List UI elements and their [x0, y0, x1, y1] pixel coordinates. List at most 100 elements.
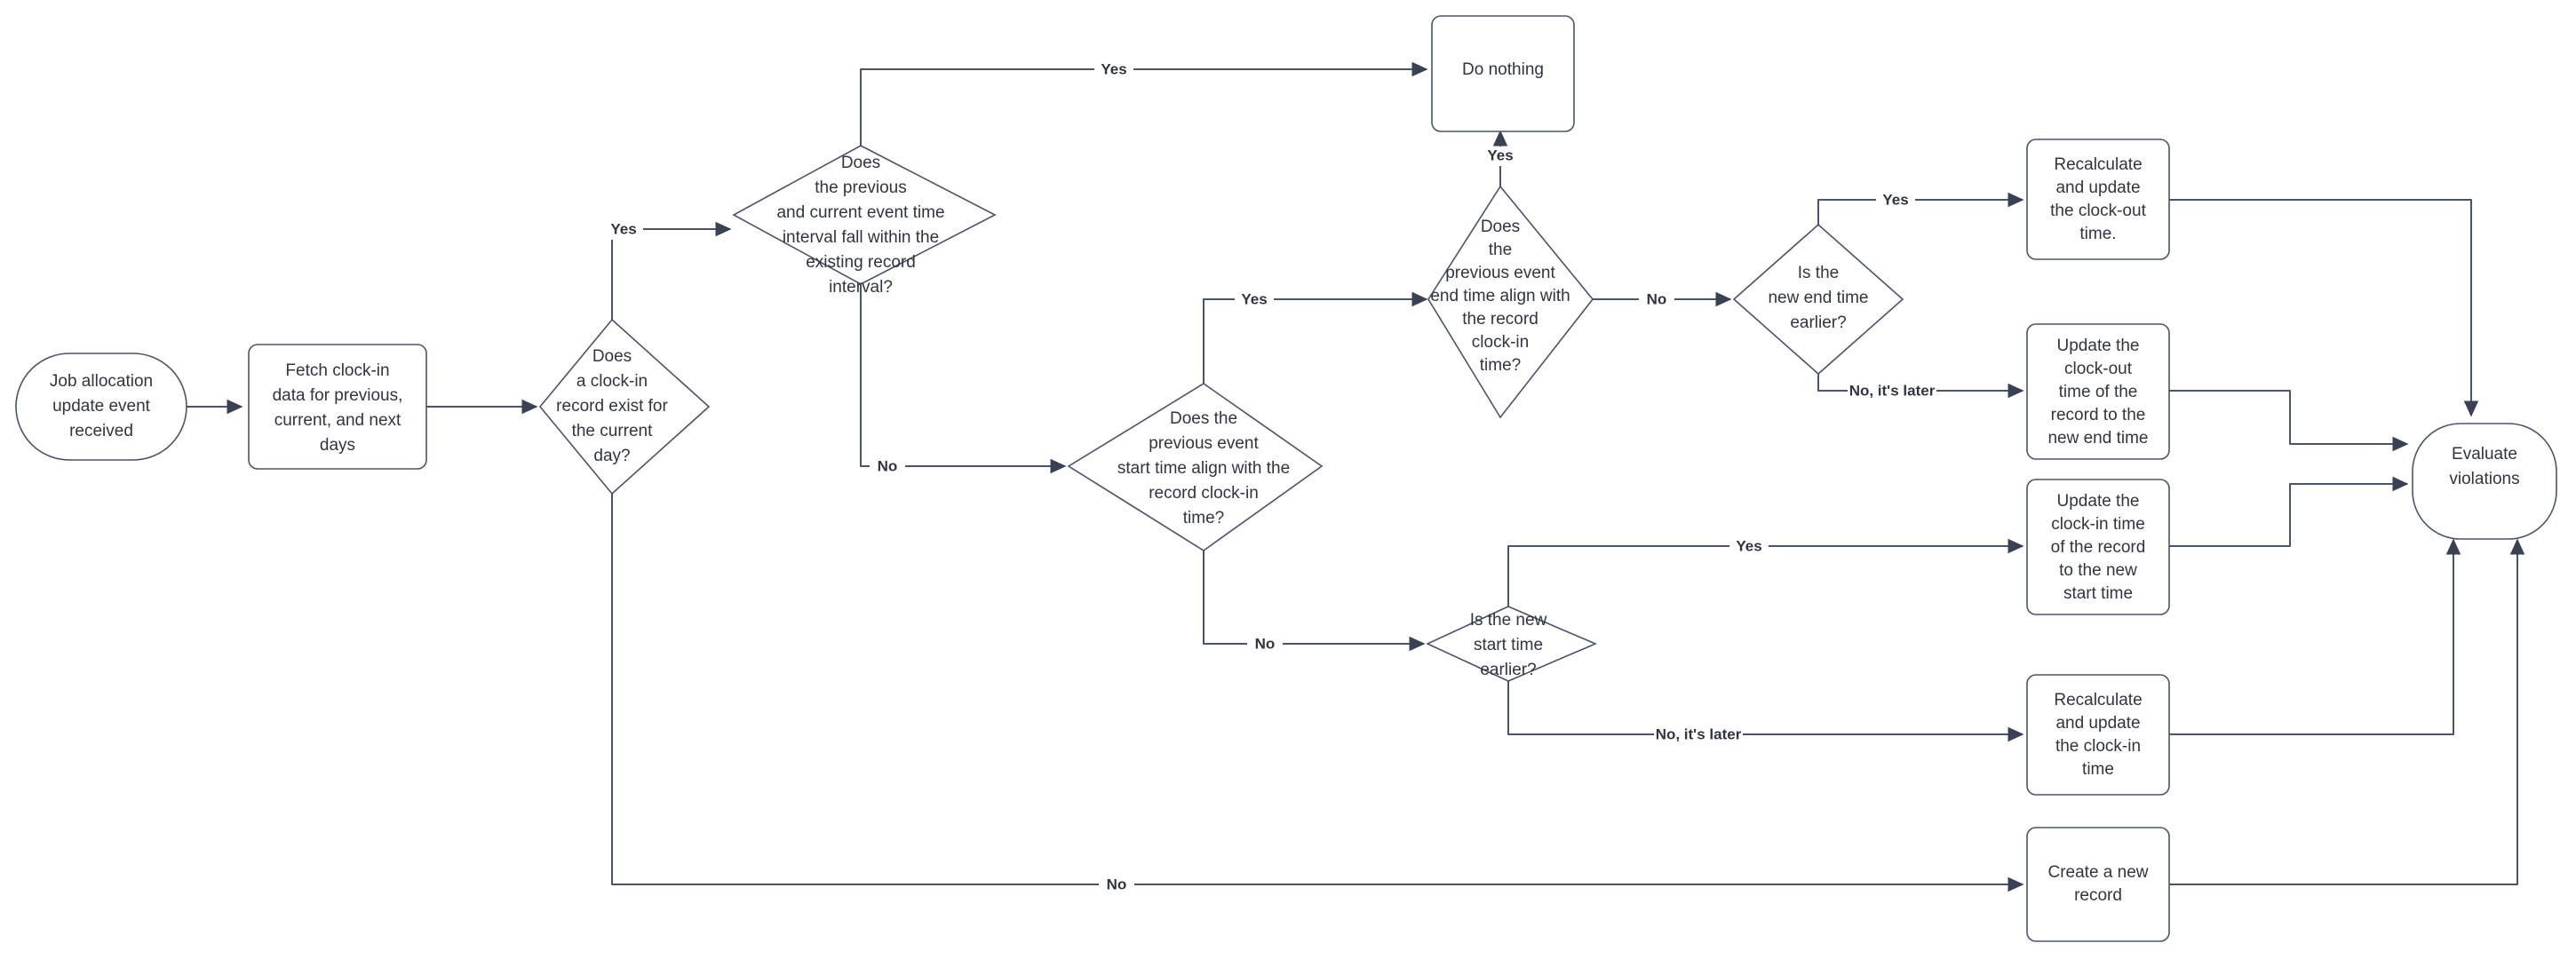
- edge-label-new-end-yes: Yes: [1882, 191, 1908, 208]
- node-prev-start-line-2: previous event: [1149, 434, 1259, 453]
- node-decision-prev-start-align[interactable]: Does the previous event start time align…: [1067, 383, 1324, 551]
- node-decision-record-exists[interactable]: Does a clock-in record exist for the cur…: [538, 318, 711, 495]
- node-recalc-clockout-line-2: and update: [2055, 178, 2140, 197]
- node-start[interactable]: Job allocation update event received: [15, 353, 187, 461]
- node-create-record-line-2: record: [2074, 886, 2122, 905]
- edge-create-record-to-evaluate: [2166, 538, 2525, 885]
- node-new-start-line-3: earlier?: [1480, 661, 1536, 679]
- edge-label-new-start-yes: Yes: [1736, 537, 1761, 554]
- edge-label-interval-yes: Yes: [1101, 60, 1126, 77]
- node-update-clockout-line-4: record to the: [2051, 406, 2146, 424]
- node-recalc-clockin-line-4: time: [2082, 760, 2114, 779]
- node-start-line-3: received: [69, 422, 133, 440]
- node-interval-line-5: existing record: [806, 253, 916, 272]
- node-evaluate-violations[interactable]: Evaluate violations: [2412, 423, 2557, 540]
- edge-update-clockout-to-evaluate: [2166, 390, 2409, 452]
- node-interval-line-3: and current event time: [776, 203, 944, 222]
- node-recalc-clockin-line-2: and update: [2055, 714, 2140, 733]
- edge-new-start-no: [1507, 681, 2024, 742]
- node-prev-end-line-5: the record: [1462, 310, 1538, 329]
- node-record-exists-line-2: a clock-in: [576, 372, 648, 391]
- node-decision-prev-end-align[interactable]: Does the previous event end time align w…: [1427, 185, 1594, 419]
- edge-label-new-end-no: No, it's later: [1849, 382, 1936, 399]
- edge-prev-start-yes: [1203, 291, 1428, 384]
- node-update-clockout-line-3: time of the: [2059, 383, 2138, 401]
- node-fetch-clockin-data[interactable]: Fetch clock-in data for previous, curren…: [248, 344, 427, 470]
- node-update-clockin-line-2: clock-in time: [2051, 515, 2145, 534]
- node-new-start-line-2: start time: [1474, 636, 1543, 654]
- node-prev-start-line-4: record clock-in: [1149, 484, 1259, 503]
- node-prev-end-line-4: end time align with: [1430, 287, 1570, 305]
- flowchart-canvas: Yes No Yes No Yes No Yes No Yes No, it's…: [0, 0, 2576, 959]
- edge-new-end-yes: [1817, 192, 2024, 225]
- node-update-clockin-line-1: Update the: [2057, 492, 2140, 511]
- node-prev-start-line-5: time?: [1183, 509, 1224, 527]
- node-update-clockout-line-5: new end time: [2047, 429, 2148, 448]
- edge-label-record-exists-yes: Yes: [610, 220, 636, 237]
- node-recalc-clockout-line-3: the clock-out: [2050, 202, 2146, 220]
- node-create-record-line-1: Create a new: [2047, 863, 2148, 882]
- node-record-exists-line-1: Does: [592, 347, 632, 366]
- node-prev-start-line-3: start time align with the: [1117, 459, 1290, 478]
- node-record-exists-line-3: record exist for: [556, 397, 668, 416]
- node-interval-line-6: interval?: [829, 278, 893, 297]
- node-update-clockin-line-4: to the new: [2059, 561, 2137, 580]
- node-new-end-line-3: earlier?: [1790, 313, 1846, 332]
- node-interval-line-4: interval fall within the: [783, 228, 939, 247]
- edge-label-prev-end-no: No: [1647, 290, 1667, 307]
- node-start-line-1: Job allocation: [50, 372, 153, 391]
- node-prev-start-line-1: Does the: [1170, 409, 1237, 428]
- node-new-end-line-1: Is the: [1798, 264, 1839, 282]
- flowchart-svg: Yes No Yes No Yes No Yes No Yes No, it's…: [15, 15, 2557, 942]
- edge-label-prev-start-no: No: [1255, 635, 1276, 652]
- node-recalculate-clockout[interactable]: Recalculate and update the clock-out tim…: [2026, 139, 2170, 260]
- node-fetch-line-3: current, and next: [274, 411, 402, 430]
- edge-record-exists-yes: [611, 221, 732, 320]
- node-evaluate-line-1: Evaluate: [2452, 445, 2517, 464]
- edge-label-interval-no: No: [878, 457, 898, 474]
- node-prev-end-line-1: Does: [1481, 218, 1520, 236]
- edge-recalc-clockout-to-evaluate: [2166, 199, 2479, 417]
- node-update-clockin-line-5: start time: [2063, 584, 2133, 603]
- node-recalc-clockout-line-1: Recalculate: [2054, 155, 2142, 174]
- node-prev-end-line-2: the: [1489, 241, 1512, 259]
- node-do-nothing[interactable]: Do nothing: [1431, 15, 1575, 132]
- node-recalc-clockin-line-1: Recalculate: [2054, 691, 2142, 709]
- node-recalculate-clockin[interactable]: Recalculate and update the clock-in time: [2026, 674, 2170, 796]
- node-update-clockout-line-1: Update the: [2057, 337, 2140, 355]
- node-decision-interval-within[interactable]: Does the previous and current event time…: [732, 145, 997, 297]
- node-recalc-clockout-line-4: time.: [2079, 225, 2116, 243]
- node-update-clockin[interactable]: Update the clock-in time of the record t…: [2026, 479, 2170, 615]
- edge-label-prev-start-yes: Yes: [1241, 290, 1267, 307]
- node-prev-end-line-7: time?: [1480, 356, 1521, 375]
- node-update-clockout-line-2: clock-out: [2064, 360, 2133, 378]
- node-evaluate-line-2: violations: [2449, 470, 2519, 488]
- edge-update-clockin-to-evaluate: [2166, 476, 2409, 547]
- node-fetch-line-2: data for previous,: [273, 386, 403, 405]
- edge-prev-start-no: [1203, 551, 1426, 652]
- edge-record-exists-no: [611, 494, 2024, 892]
- node-create-record[interactable]: Create a new record: [2026, 827, 2170, 942]
- node-new-end-line-2: new end time: [1768, 289, 1868, 307]
- node-fetch-line-1: Fetch clock-in: [285, 361, 389, 380]
- edge-interval-no: [860, 284, 1067, 474]
- node-record-exists-line-5: day?: [593, 447, 630, 465]
- edge-interval-yes-do-nothing: [860, 61, 1428, 146]
- node-recalc-clockin-line-3: the clock-in: [2055, 737, 2141, 756]
- node-prev-end-line-3: previous event: [1445, 264, 1555, 282]
- edge-recalc-clockin-to-evaluate: [2166, 538, 2461, 735]
- edge-label-new-start-no: No, it's later: [1656, 725, 1742, 742]
- node-update-clockout[interactable]: Update the clock-out time of the record …: [2026, 323, 2170, 460]
- node-decision-new-end-earlier[interactable]: Is the new end time earlier?: [1732, 223, 1904, 376]
- edge-label-record-exists-no: No: [1107, 876, 1127, 892]
- node-record-exists-line-4: the current: [572, 422, 654, 440]
- node-decision-new-start-earlier[interactable]: Is the new start time earlier?: [1426, 606, 1598, 682]
- node-do-nothing-line-1: Do nothing: [1462, 60, 1544, 79]
- node-fetch-line-4: days: [320, 436, 355, 455]
- node-prev-end-line-6: clock-in: [1472, 333, 1529, 352]
- node-update-clockin-line-3: of the record: [2051, 538, 2146, 557]
- node-start-line-2: update event: [52, 397, 151, 416]
- node-interval-line-1: Does: [841, 154, 880, 172]
- node-new-start-line-1: Is the new: [1470, 611, 1547, 630]
- node-interval-line-2: the previous: [815, 178, 907, 197]
